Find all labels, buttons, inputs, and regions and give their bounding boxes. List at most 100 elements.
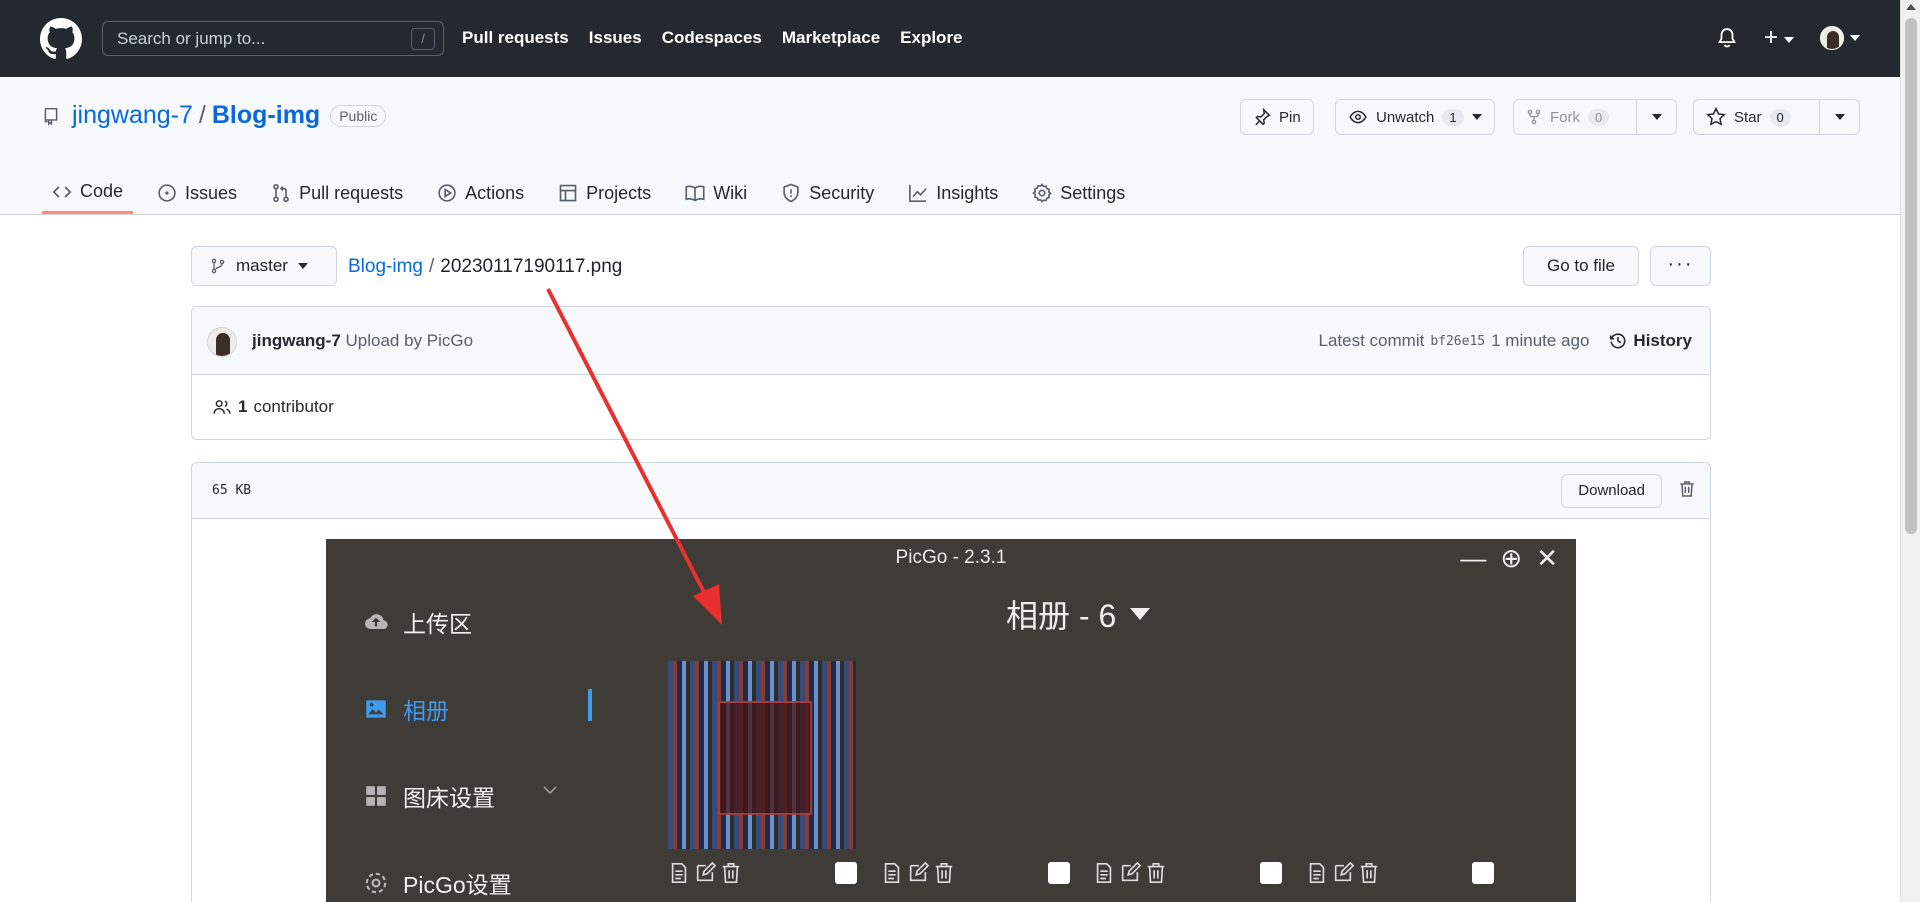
more-options-button[interactable]: ···: [1650, 246, 1711, 286]
tab-settings[interactable]: Settings: [1022, 172, 1135, 214]
top-nav: Pull requests Issues Codespaces Marketpl…: [462, 28, 963, 48]
grid-icon: [366, 786, 386, 806]
tab-actions[interactable]: Actions: [427, 172, 534, 214]
picgo-screenshot-image: PicGo - 2.3.1 — ⊕ ✕ 上传区 相册 图床设置 PicGo设置 …: [326, 539, 1576, 902]
fork-button[interactable]: Fork 0: [1513, 99, 1677, 135]
latest-commit-bar: jingwang-7 Upload by PicGo Latest commit…: [192, 307, 1710, 375]
people-icon: [213, 400, 231, 414]
picgo-active-indicator: [588, 689, 592, 721]
tab-pull-requests[interactable]: Pull requests: [261, 172, 413, 214]
chevron-down-icon: [1784, 37, 1794, 44]
nav-pull-requests[interactable]: Pull requests: [462, 28, 569, 48]
gear-icon: [1032, 183, 1052, 203]
user-menu-button[interactable]: [1820, 26, 1860, 50]
commit-author-link[interactable]: jingwang-7: [252, 331, 341, 350]
tab-wiki[interactable]: Wiki: [675, 172, 757, 214]
file-header: 65 KB Download: [192, 463, 1710, 519]
tab-label: Pull requests: [299, 182, 404, 203]
nav-explore[interactable]: Explore: [900, 28, 962, 48]
nav-issues[interactable]: Issues: [589, 28, 642, 48]
contributors[interactable]: 1 contributor: [212, 397, 334, 417]
repo-icon: [44, 107, 58, 125]
commit-message-text[interactable]: Upload by PicGo: [346, 331, 474, 350]
fork-label: Fork: [1550, 108, 1580, 126]
trash-icon: [1360, 863, 1378, 883]
picgo-sidebar-label: 图床设置: [403, 785, 495, 811]
bell-icon[interactable]: [1716, 26, 1738, 50]
search-shortcut-key: /: [411, 28, 435, 50]
trash-icon: [722, 863, 740, 883]
repo-name-link[interactable]: Blog-img: [212, 101, 320, 130]
pin-button[interactable]: Pin: [1240, 99, 1314, 135]
go-to-file-button[interactable]: Go to file: [1523, 246, 1639, 286]
trash-icon: [1147, 863, 1165, 883]
nav-marketplace[interactable]: Marketplace: [782, 28, 880, 48]
repo-title: jingwang-7 / Blog-img Public: [42, 101, 387, 130]
picgo-item-actions: [1306, 862, 1380, 884]
picgo-album-heading: 相册 - 6: [1006, 591, 1151, 637]
breadcrumb-filename: 20230117190117.png: [440, 256, 623, 277]
picgo-sidebar-album: 相册: [363, 692, 449, 726]
download-button[interactable]: Download: [1561, 474, 1662, 508]
picgo-sidebar-settings: PicGo设置: [363, 866, 512, 900]
tab-label: Actions: [465, 182, 525, 203]
avatar[interactable]: [207, 327, 237, 357]
file-size: 65 KB: [212, 483, 252, 498]
tab-label: Wiki: [713, 182, 748, 203]
commit-message: jingwang-7 Upload by PicGo: [252, 331, 473, 351]
trash-icon[interactable]: [1678, 479, 1696, 499]
code-icon: [52, 185, 72, 198]
minimize-icon: —: [1460, 543, 1487, 573]
picgo-item-checkbox: [1472, 862, 1494, 884]
star-label: Star: [1734, 108, 1762, 126]
plus-icon: +: [1763, 23, 1778, 51]
branch-selector[interactable]: master: [191, 246, 337, 286]
picgo-item-checkbox: [1260, 862, 1282, 884]
breadcrumb: Blog-img/20230117190117.png: [348, 256, 622, 278]
chevron-down-icon: [1834, 114, 1845, 120]
star-count: 0: [1769, 108, 1791, 126]
unwatch-button[interactable]: Unwatch 1: [1335, 99, 1495, 135]
star-button[interactable]: Star 0: [1693, 99, 1860, 135]
edit-icon: [1334, 862, 1354, 882]
tab-label: Projects: [586, 182, 652, 203]
picgo-item-actions: [668, 862, 742, 884]
caret-down-icon: [1130, 608, 1151, 620]
edit-icon: [1121, 862, 1141, 882]
trash-icon: [935, 863, 953, 883]
chevron-down-icon: [543, 786, 557, 795]
fork-count: 0: [1588, 108, 1610, 126]
tab-security[interactable]: Security: [771, 172, 884, 214]
edit-icon: [909, 862, 929, 882]
page-scrollbar[interactable]: [1900, 0, 1920, 902]
image-icon: [366, 700, 386, 718]
tab-code[interactable]: Code: [42, 172, 134, 214]
commit-sha-link[interactable]: bf26e15: [1430, 334, 1485, 349]
unwatch-label: Unwatch: [1376, 108, 1435, 126]
star-dropdown[interactable]: [1819, 100, 1859, 134]
graph-icon: [909, 184, 927, 202]
breadcrumb-repo-link[interactable]: Blog-img: [348, 256, 423, 277]
pull-request-icon: [273, 183, 289, 203]
document-icon: [884, 863, 900, 883]
create-new-button[interactable]: +: [1763, 23, 1794, 51]
history-link[interactable]: History: [1609, 331, 1692, 351]
search-input[interactable]: Search or jump to... /: [102, 21, 444, 56]
tab-projects[interactable]: Projects: [548, 172, 661, 214]
tab-insights[interactable]: Insights: [898, 172, 1008, 214]
maximize-icon: ⊕: [1500, 543, 1523, 573]
close-icon: ✕: [1536, 543, 1558, 573]
scrollbar-thumb[interactable]: [1905, 18, 1917, 534]
picgo-sidebar-label: PicGo设置: [403, 872, 512, 898]
scroll-up-arrow-icon[interactable]: [1906, 4, 1916, 10]
play-icon: [438, 184, 456, 202]
chevron-down-icon: [1850, 35, 1860, 41]
github-logo-icon[interactable]: [40, 18, 82, 60]
fork-dropdown[interactable]: [1636, 100, 1676, 134]
nav-codespaces[interactable]: Codespaces: [662, 28, 762, 48]
picgo-image-thumbnail: [668, 661, 856, 849]
tab-issues[interactable]: Issues: [147, 172, 247, 214]
branch-icon: [211, 258, 225, 274]
picgo-sidebar-label: 上传区: [403, 611, 472, 637]
repo-owner-link[interactable]: jingwang-7: [72, 101, 193, 130]
